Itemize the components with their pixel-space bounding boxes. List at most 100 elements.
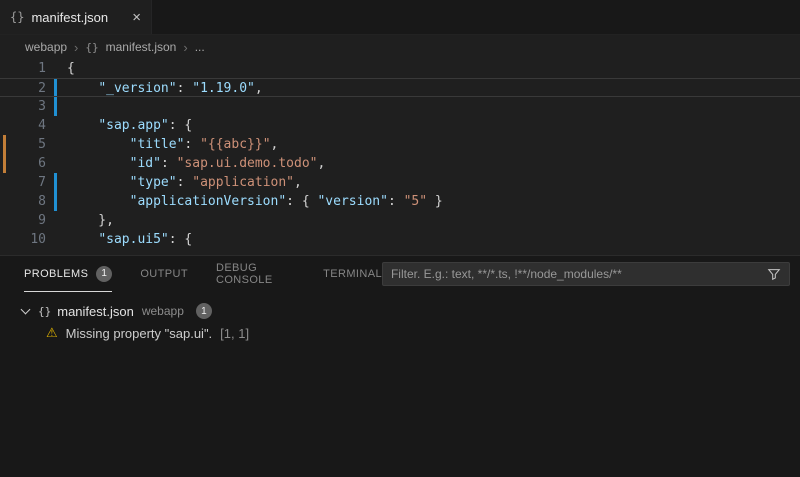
- code-token: "{{abc}}": [200, 137, 271, 152]
- line-number: 9: [38, 213, 46, 228]
- warning-icon: ⚠: [46, 325, 58, 340]
- panel-tab-label: DEBUG CONSOLE: [215, 261, 273, 286]
- panel-tab-output[interactable]: OUTPUT: [140, 256, 188, 292]
- code-token: ,: [254, 81, 263, 96]
- code-token: }: [427, 194, 443, 209]
- code-token: "sap.ui.demo.todo": [176, 156, 318, 171]
- line-number: 8: [38, 194, 46, 209]
- code-token: "title": [129, 137, 185, 152]
- code-token: : {: [168, 232, 193, 247]
- code-token: "1.19.0": [192, 81, 255, 96]
- tab-manifest-json[interactable]: {} manifest.json ×: [0, 0, 152, 34]
- line-number: 2: [38, 81, 46, 96]
- code-line-2[interactable]: 2 "_version": "1.19.0",: [0, 78, 800, 97]
- panel-tab-debug-console[interactable]: DEBUG CONSOLE: [216, 256, 295, 292]
- code-token: ,: [294, 175, 302, 190]
- code-token: "id": [129, 156, 161, 171]
- code-token: :: [176, 81, 193, 96]
- line-number: 6: [38, 156, 46, 171]
- code-token: :: [176, 175, 193, 190]
- code-text: "applicationVersion": { "version": "5" }: [67, 192, 443, 211]
- code-line-10[interactable]: 10 "sap.ui5": {: [0, 230, 800, 249]
- panel-tab-label: OUTPUT: [140, 267, 188, 280]
- problem-location: [1, 1]: [220, 325, 250, 341]
- git-modified-marker: [54, 230, 57, 249]
- close-icon[interactable]: ×: [132, 10, 141, 25]
- problem-message: Missing property "sap.ui".: [65, 325, 213, 341]
- git-modified-marker: [54, 97, 57, 116]
- breadcrumb-item-ellipsis[interactable]: ...: [195, 40, 205, 54]
- code-text: "_version": "1.19.0",: [67, 79, 263, 96]
- git-modified-marker: [54, 211, 57, 230]
- chevron-right-icon: ›: [183, 39, 188, 55]
- code-token: "sap.ui5": [98, 232, 169, 247]
- code-token: : {: [168, 118, 193, 133]
- code-token: :: [160, 156, 177, 171]
- tab-title: manifest.json: [31, 9, 109, 25]
- git-modified-marker: [54, 173, 57, 192]
- code-line-6[interactable]: 6 "id": "sap.ui.demo.todo",: [0, 154, 800, 173]
- git-modified-marker: [54, 79, 57, 96]
- code-token: :: [387, 194, 404, 209]
- code-line-8[interactable]: 8 "applicationVersion": { "version": "5"…: [0, 192, 800, 211]
- problems-filter[interactable]: [381, 262, 790, 286]
- filter-icon[interactable]: [767, 267, 781, 281]
- git-modified-marker: [54, 192, 57, 211]
- tab-bar: {} manifest.json ×: [0, 0, 800, 35]
- problem-row[interactable]: ⚠ Missing property "sap.ui". [1, 1]: [0, 322, 800, 344]
- code-line-5[interactable]: 5 "title": "{{abc}}",: [0, 135, 800, 154]
- line-number: 5: [38, 137, 46, 152]
- json-braces-icon: {}: [38, 304, 52, 318]
- bottom-panel: PROBLEMS 1 OUTPUT DEBUG CONSOLE TERMINAL {} …: [0, 255, 800, 477]
- code-text: },: [67, 211, 114, 230]
- problems-list: {} manifest.json webapp 1 ⚠ Missing prop…: [0, 292, 800, 344]
- code-token: : {: [286, 194, 318, 209]
- code-lines: 1{2 "_version": "1.19.0", 3 4 "sap.app": {…: [0, 59, 800, 249]
- json-braces-icon: {}: [85, 40, 99, 54]
- breadcrumb-item-webapp[interactable]: webapp: [25, 40, 67, 54]
- panel-tab-problems[interactable]: PROBLEMS 1: [24, 256, 113, 292]
- filter-input[interactable]: [390, 267, 767, 281]
- code-token: "_version": [98, 81, 177, 96]
- code-text: "type": "application",: [67, 173, 302, 192]
- code-text: "sap.app": {: [67, 116, 192, 135]
- git-modified-marker: [54, 116, 57, 135]
- file-name: manifest.json: [57, 303, 134, 319]
- file-problem-count-badge: 1: [195, 303, 212, 319]
- line-number: 1: [38, 61, 46, 76]
- code-token: :: [184, 137, 201, 152]
- json-braces-icon: {}: [10, 10, 25, 24]
- code-token: ,: [270, 137, 279, 152]
- code-line-1[interactable]: 1{: [0, 59, 800, 78]
- panel-tab-label: TERMINAL: [323, 267, 382, 280]
- code-token: {: [67, 61, 75, 76]
- panel-header: PROBLEMS 1 OUTPUT DEBUG CONSOLE TERMINAL: [0, 256, 800, 292]
- code-line-9[interactable]: 9 },: [0, 211, 800, 230]
- code-line-4[interactable]: 4 "sap.app": {: [0, 116, 800, 135]
- vscode-window: {} manifest.json × webapp › {} manifest.…: [0, 0, 800, 477]
- chevron-down-icon[interactable]: [20, 305, 32, 317]
- panel-tab-terminal[interactable]: TERMINAL: [323, 256, 382, 292]
- panel-tabs: PROBLEMS 1 OUTPUT DEBUG CONSOLE TERMINAL: [24, 256, 382, 292]
- breadcrumb-item-manifest-json[interactable]: manifest.json: [106, 40, 177, 54]
- code-token: "applicationVersion": [129, 194, 287, 209]
- code-token: "version": [317, 194, 388, 209]
- code-line-3[interactable]: 3: [0, 97, 800, 116]
- panel-tab-label: PROBLEMS: [24, 267, 89, 280]
- line-number: 7: [38, 175, 46, 190]
- code-token: "5": [403, 194, 428, 209]
- problems-file-row[interactable]: {} manifest.json webapp 1: [0, 300, 800, 322]
- code-line-7[interactable]: 7 "type": "application",: [0, 173, 800, 192]
- code-token: },: [67, 213, 114, 228]
- editor[interactable]: 1{2 "_version": "1.19.0", 3 4 "sap.app": {…: [0, 59, 800, 255]
- git-modified-marker: [54, 135, 57, 154]
- breadcrumb: webapp › {} manifest.json › ...: [0, 35, 800, 59]
- file-path: webapp: [141, 304, 184, 318]
- line-number: 3: [38, 99, 46, 114]
- code-text: "title": "{{abc}}",: [67, 135, 279, 154]
